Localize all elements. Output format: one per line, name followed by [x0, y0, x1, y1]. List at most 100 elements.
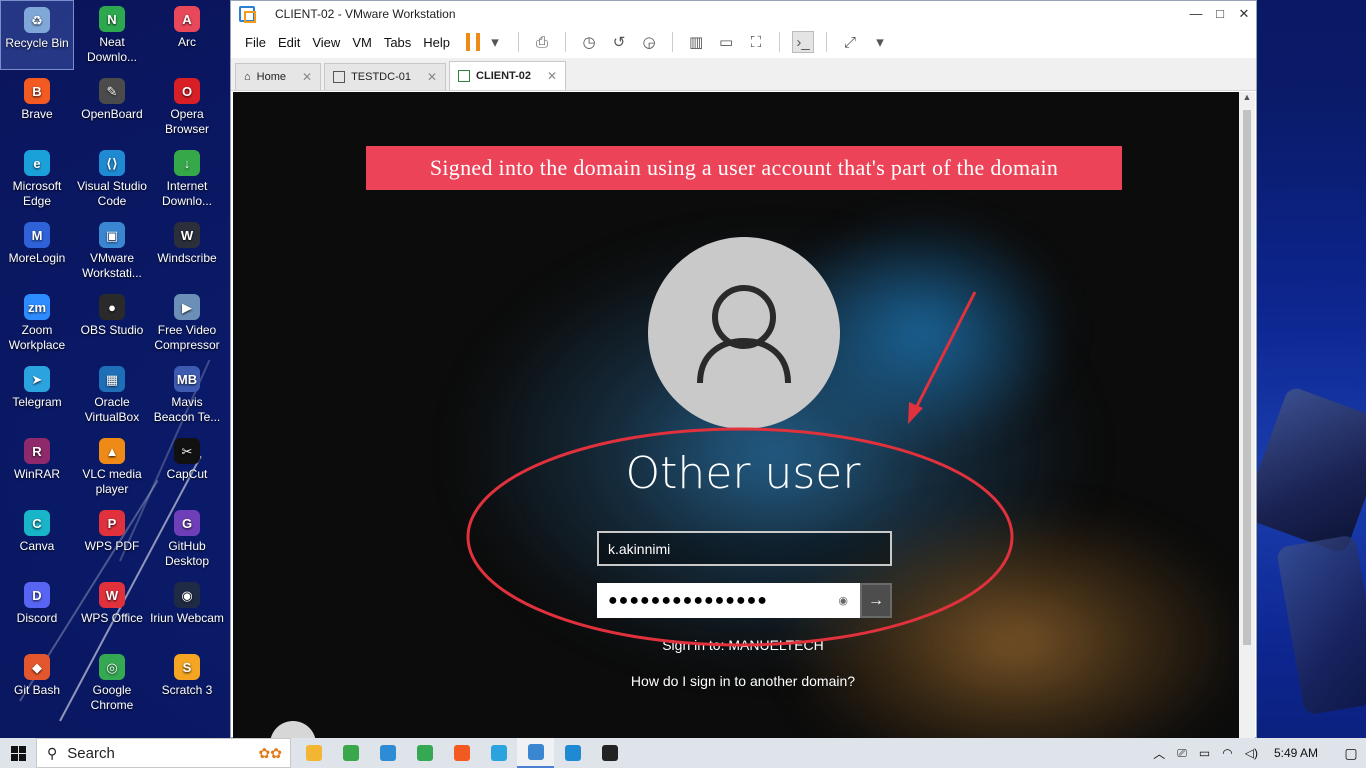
- scratch-3-icon: S: [174, 654, 200, 680]
- brave-icon: [453, 745, 470, 761]
- stretch-dropdown-chevron-icon[interactable]: ▾: [869, 31, 891, 53]
- taskbar-app-brave[interactable]: [443, 738, 480, 768]
- desktop-icon-visual-studio-code[interactable]: ⟨⟩ Visual Studio Code: [75, 144, 149, 214]
- desktop-icon-windscribe[interactable]: W Windscribe: [150, 216, 224, 286]
- desktop-icon-iriun-webcam[interactable]: ◉ Iriun Webcam: [150, 576, 224, 646]
- scroll-up-icon[interactable]: ▲: [1239, 92, 1255, 102]
- menu-vm[interactable]: VM: [346, 35, 378, 50]
- tab-home[interactable]: ⌂ Home ✕: [235, 63, 322, 90]
- tray-chevron-up-icon[interactable]: ︿: [1153, 745, 1165, 762]
- taskbar-app-telegram[interactable]: [480, 738, 517, 768]
- menu-edit[interactable]: Edit: [272, 35, 306, 50]
- taskbar-app-vmware[interactable]: [517, 738, 554, 768]
- desktop-icon-label: Windscribe: [157, 251, 217, 265]
- home-icon: ⌂: [244, 71, 251, 83]
- desktop-icon-zoom-workplace[interactable]: zm Zoom Workplace: [0, 288, 74, 358]
- taskbar-app-terminal[interactable]: [591, 738, 628, 768]
- tab-testdc-01[interactable]: TESTDC-01 ✕: [324, 63, 447, 90]
- vm-scrollbar[interactable]: ▲: [1239, 92, 1255, 738]
- desktop-icon-mavis-beacon-te[interactable]: MB Mavis Beacon Te...: [150, 360, 224, 430]
- wallpaper-shape: [1241, 385, 1366, 555]
- desktop-icon-microsoft-edge[interactable]: e Microsoft Edge: [0, 144, 74, 214]
- app-green-icon: [342, 745, 359, 761]
- minimize-button[interactable]: —: [1184, 6, 1208, 22]
- desktop-icon-scratch-3[interactable]: S Scratch 3: [150, 648, 224, 718]
- close-button[interactable]: ✕: [1232, 6, 1256, 22]
- power-dropdown-chevron-icon[interactable]: ▾: [484, 31, 506, 53]
- toolbar-separator: [518, 32, 520, 52]
- taskbar-search[interactable]: ⚲ Search ✿✿: [36, 738, 291, 768]
- desktop-icon-label: Arc: [178, 35, 196, 49]
- tab-close-icon[interactable]: ✕: [547, 69, 557, 83]
- desktop-icon-wps-office[interactable]: W WPS Office: [75, 576, 149, 646]
- taskbar-app-app-vs[interactable]: [554, 738, 591, 768]
- desktop-icon-brave[interactable]: B Brave: [0, 72, 74, 142]
- desktop-icon-vmware-workstati[interactable]: ▣ VMware Workstati...: [75, 216, 149, 286]
- notifications-icon[interactable]: ▢: [1336, 745, 1366, 762]
- start-button[interactable]: [0, 738, 36, 768]
- desktop-icon-free-video-compressor[interactable]: ▶ Free Video Compressor: [150, 288, 224, 358]
- tab-close-icon[interactable]: ✕: [302, 70, 312, 84]
- show-library-icon[interactable]: ▥: [685, 31, 707, 53]
- desktop-icon-discord[interactable]: D Discord: [0, 576, 74, 646]
- desktop-icon-morelogin[interactable]: M MoreLogin: [0, 216, 74, 286]
- desktop-icon-obs-studio[interactable]: ● OBS Studio: [75, 288, 149, 358]
- scrollbar-thumb[interactable]: [1243, 110, 1251, 645]
- thumbnail-bar-icon[interactable]: ▭: [715, 31, 737, 53]
- desktop-icon-opera-browser[interactable]: O Opera Browser: [150, 72, 224, 142]
- desktop-icon-capcut[interactable]: ✂ CapCut: [150, 432, 224, 502]
- vmware-window: CLIENT-02 - VMware Workstation — □ ✕ Fil…: [230, 0, 1257, 738]
- send-ctrl-alt-del-icon[interactable]: ⎙: [531, 31, 553, 53]
- desktop-icon-canva[interactable]: C Canva: [0, 504, 74, 574]
- desktop-icon-openboard[interactable]: ✎ OpenBoard: [75, 72, 149, 142]
- desktop-icon-wps-pdf[interactable]: P WPS PDF: [75, 504, 149, 574]
- menu-tabs[interactable]: Tabs: [378, 35, 417, 50]
- volume-icon[interactable]: ◁): [1245, 746, 1258, 760]
- desktop-icon-google-chrome[interactable]: ◎ Google Chrome: [75, 648, 149, 718]
- tab-close-icon[interactable]: ✕: [427, 70, 437, 84]
- desktop-icon-oracle-virtualbox[interactable]: ▦ Oracle VirtualBox: [75, 360, 149, 430]
- telegram-icon: [490, 745, 507, 761]
- windows-logo-icon: [10, 745, 26, 761]
- revert-snapshot-icon[interactable]: ↺: [608, 31, 630, 53]
- taskbar-app-chrome[interactable]: [406, 738, 443, 768]
- tab-client-02[interactable]: CLIENT-02 ✕: [449, 61, 567, 90]
- snapshot-icon[interactable]: ◷: [578, 31, 600, 53]
- desktop-icon-telegram[interactable]: ➤ Telegram: [0, 360, 74, 430]
- stretch-guest-icon[interactable]: ⤢: [839, 31, 861, 53]
- menu-view[interactable]: View: [306, 35, 346, 50]
- desktop-icon-github-desktop[interactable]: G GitHub Desktop: [150, 504, 224, 574]
- camera-icon[interactable]: ⎚: [1177, 746, 1187, 761]
- vmware-icon: [527, 744, 544, 760]
- maximize-button[interactable]: □: [1208, 6, 1232, 22]
- clock[interactable]: 5:49 AM: [1274, 746, 1318, 760]
- menu-help[interactable]: Help: [417, 35, 456, 50]
- taskbar-app-app-green[interactable]: [332, 738, 369, 768]
- desktop-icon-vlc-media-player[interactable]: ▲ VLC media player: [75, 432, 149, 502]
- wifi-icon[interactable]: ◠: [1222, 746, 1232, 760]
- tab-label: CLIENT-02: [476, 70, 532, 82]
- wps-pdf-icon: P: [99, 510, 125, 536]
- desktop-icon-label: OpenBoard: [81, 107, 143, 121]
- desktop-icon-winrar[interactable]: R WinRAR: [0, 432, 74, 502]
- desktop-icon-recycle-bin[interactable]: ♻ Recycle Bin: [0, 0, 74, 70]
- desktop-icon-internet-downlo[interactable]: ↓ Internet Downlo...: [150, 144, 224, 214]
- taskbar-app-file-explorer[interactable]: [295, 738, 332, 768]
- desktop-icon-git-bash[interactable]: ◆ Git Bash: [0, 648, 74, 718]
- desktop-icon-arc[interactable]: A Arc: [150, 0, 224, 70]
- snapshot-manager-icon[interactable]: ◶: [638, 31, 660, 53]
- desktop-icon-label: Zoom Workplace: [8, 323, 66, 352]
- vm-console-screen[interactable]: Signed into the domain using a user acco…: [233, 92, 1239, 738]
- desktop-icon-label: Oracle VirtualBox: [84, 395, 140, 424]
- taskbar-app-app-diamond[interactable]: [369, 738, 406, 768]
- menu-file[interactable]: File: [239, 35, 272, 50]
- opera-browser-icon: O: [174, 78, 200, 104]
- battery-icon[interactable]: ▭: [1199, 746, 1210, 760]
- desktop-icon-label: Canva: [19, 539, 55, 553]
- desktop-icon-neat-downlo[interactable]: N Neat Downlo...: [75, 0, 149, 70]
- pause-icon[interactable]: [466, 33, 481, 51]
- console-view-icon[interactable]: ›_: [792, 31, 815, 53]
- desktop-icon-label: Free Video Compressor: [154, 323, 220, 352]
- full-screen-icon[interactable]: ⛶: [745, 31, 767, 53]
- desktop-icon-label: Recycle Bin: [5, 36, 69, 50]
